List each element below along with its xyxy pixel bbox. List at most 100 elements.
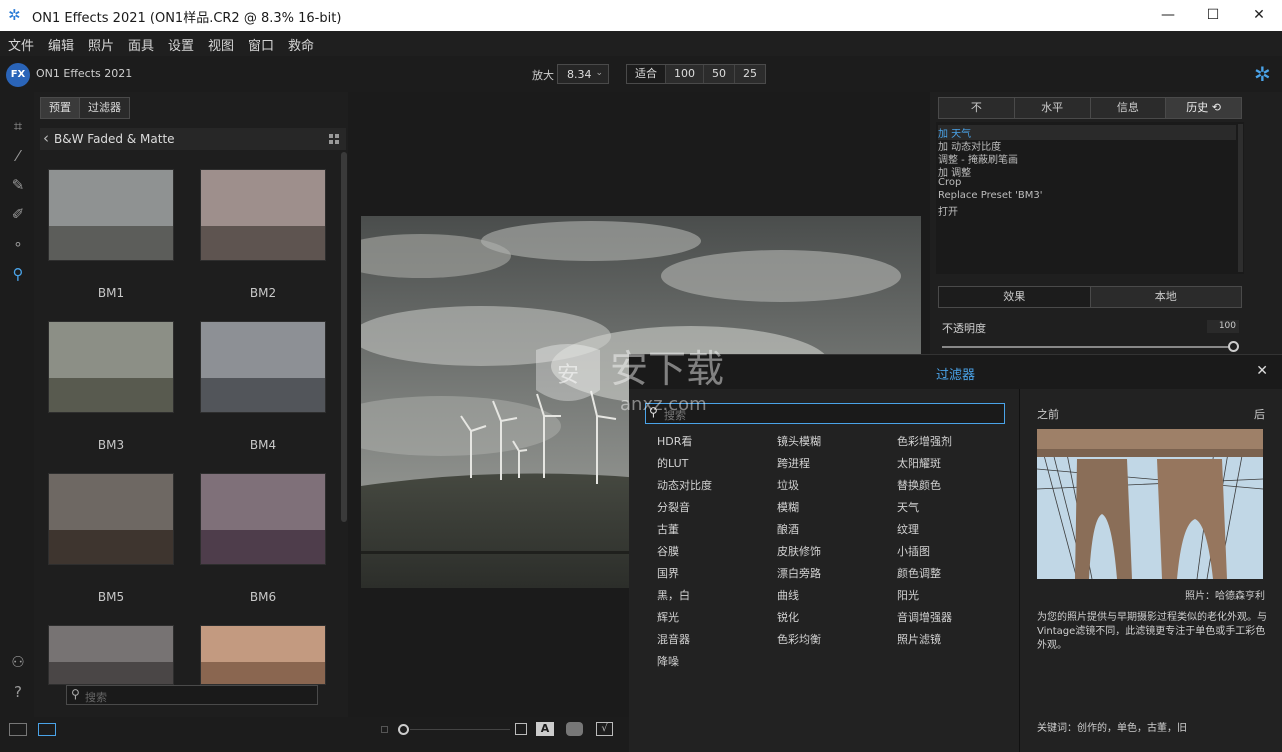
compare-icon[interactable]: √ [596, 722, 613, 736]
tab-levels[interactable]: 水平 [1014, 98, 1091, 118]
preset-label-4: BM4 [249, 438, 277, 452]
filter-item[interactable]: 国界 [657, 565, 679, 581]
large-thumb-icon[interactable] [515, 723, 527, 735]
preset-thumb-8[interactable] [200, 625, 326, 685]
filter-item[interactable]: 色彩均衡 [777, 631, 821, 647]
small-thumb-icon[interactable] [381, 726, 388, 733]
close-button[interactable]: ✕ [1236, 0, 1282, 31]
panel-toggle-icon[interactable] [9, 723, 27, 736]
preset-search-input[interactable]: ⚲ 搜索 [66, 685, 318, 705]
filter-item[interactable]: 小插图 [897, 543, 930, 559]
filter-item[interactable]: 动态对比度 [657, 477, 712, 493]
preset-thumb-2[interactable] [200, 169, 326, 261]
filter-item[interactable]: 酿酒 [777, 521, 799, 537]
tab-effects[interactable]: 效果 [939, 287, 1091, 307]
maximize-button[interactable]: ☐ [1190, 0, 1236, 31]
menu-file[interactable]: 文件 [8, 35, 34, 54]
filter-item[interactable]: 太阳耀斑 [897, 455, 941, 471]
minimize-button[interactable]: — [1145, 0, 1191, 31]
tab-info[interactable]: 信息 [1090, 98, 1167, 118]
zoom-100-button[interactable]: 100 [666, 65, 704, 83]
filter-item[interactable]: 降噪 [657, 653, 679, 669]
filter-item[interactable]: 照片滤镜 [897, 631, 941, 647]
zoom-25-button[interactable]: 25 [735, 65, 765, 83]
filter-item[interactable]: 古董 [657, 521, 679, 537]
menu-mask[interactable]: 面具 [128, 35, 154, 54]
filter-item[interactable]: 模糊 [777, 499, 799, 515]
opacity-slider-knob[interactable] [1228, 341, 1239, 352]
retouch-brush-icon[interactable]: ✐ [8, 204, 28, 224]
tab-filters[interactable]: 过滤器 [80, 98, 129, 118]
preset-thumb-1[interactable] [48, 169, 174, 261]
chevron-left-icon[interactable]: ‹ [43, 129, 49, 147]
menu-help[interactable]: 救命 [288, 35, 314, 54]
mask-view-icon[interactable] [566, 722, 583, 736]
tab-local[interactable]: 本地 [1090, 287, 1241, 307]
filter-item[interactable]: 曲线 [777, 587, 799, 603]
menu-edit[interactable]: 编辑 [48, 35, 74, 54]
opacity-value[interactable]: 100 [1207, 320, 1239, 333]
filter-item[interactable]: 的LUT [657, 455, 688, 471]
filter-item[interactable]: 黑，白 [657, 587, 690, 603]
thumb-size-slider[interactable] [410, 729, 510, 730]
refine-tool-icon[interactable]: ⚲ [8, 264, 28, 284]
bottom-toolbar: A √ [0, 717, 630, 752]
preset-label-6: BM6 [249, 590, 277, 604]
preset-thumb-6[interactable] [200, 473, 326, 565]
filter-item[interactable]: 跨进程 [777, 455, 810, 471]
history-item[interactable]: 打开 [938, 203, 958, 218]
filter-item[interactable]: 色彩增强剂 [897, 433, 952, 449]
filter-item[interactable]: 辉光 [657, 609, 679, 625]
filter-item[interactable]: 纹理 [897, 521, 919, 537]
filter-item[interactable]: 皮肤修饰 [777, 543, 821, 559]
menu-photo[interactable]: 照片 [88, 35, 114, 54]
window-title: ON1 Effects 2021 (ON1样品.CR2 @ 8.3% 16-bi… [32, 11, 342, 26]
user-icon[interactable]: ⚇ [8, 652, 28, 672]
filter-item[interactable]: HDR看 [657, 433, 692, 449]
filter-item[interactable]: 混音器 [657, 631, 690, 647]
zoom-50-button[interactable]: 50 [704, 65, 735, 83]
zoom-select[interactable]: 8.34 ⌄ [557, 64, 609, 84]
thumb-size-knob[interactable] [398, 724, 409, 735]
browser-scrollbar[interactable] [341, 152, 347, 522]
preset-thumb-7[interactable] [48, 625, 174, 685]
opacity-slider[interactable] [942, 346, 1232, 348]
filter-item[interactable]: 分裂音 [657, 499, 690, 515]
preset-thumb-4[interactable] [200, 321, 326, 413]
history-item[interactable]: Crop [938, 177, 961, 188]
grid-view-icon[interactable] [329, 134, 340, 145]
history-item[interactable]: Replace Preset 'BM3' [938, 190, 1042, 201]
watermark-text: 安下载 [610, 347, 724, 391]
menu-window[interactable]: 窗口 [248, 35, 274, 54]
filter-item[interactable]: 替换颜色 [897, 477, 941, 493]
help-icon[interactable]: ? [8, 682, 28, 702]
category-header[interactable]: ‹ B&W Faded & Matte [40, 128, 346, 150]
text-overlay-icon[interactable]: A [536, 722, 554, 736]
effects-star-icon[interactable]: ✲ [1254, 62, 1271, 86]
blend-tool-icon[interactable]: ∘ [8, 234, 28, 254]
tab-history[interactable]: 历史 ⟲ [1166, 98, 1241, 118]
tab-presets[interactable]: 预置 [41, 98, 80, 118]
tab-none[interactable]: 不 [939, 98, 1015, 118]
history-scrollbar[interactable] [1238, 124, 1243, 272]
preset-thumb-3[interactable] [48, 321, 174, 413]
brush-tool-icon[interactable]: ⁄ [8, 146, 28, 166]
masking-brush-icon[interactable]: ✎ [8, 175, 28, 195]
filter-item[interactable]: 漂白旁路 [777, 565, 821, 581]
filter-item[interactable]: 颜色调整 [897, 565, 941, 581]
menu-settings[interactable]: 设置 [168, 35, 194, 54]
filter-item[interactable]: 锐化 [777, 609, 799, 625]
view-toggle-icon[interactable] [38, 723, 56, 736]
filter-item[interactable]: 谷膜 [657, 543, 679, 559]
filter-item[interactable]: 天气 [897, 499, 919, 515]
filter-item[interactable]: 阳光 [897, 587, 919, 603]
preset-label-1: BM1 [97, 286, 125, 300]
filter-item[interactable]: 镜头模糊 [777, 433, 821, 449]
preset-thumb-5[interactable] [48, 473, 174, 565]
close-icon[interactable]: ✕ [1256, 363, 1268, 379]
filter-item[interactable]: 音调增强器 [897, 609, 952, 625]
filter-item[interactable]: 垃圾 [777, 477, 799, 493]
crop-tool-icon[interactable]: ⌗ [8, 116, 28, 136]
zoom-fit-button[interactable]: 适合 [627, 65, 666, 83]
menu-view[interactable]: 视图 [208, 35, 234, 54]
